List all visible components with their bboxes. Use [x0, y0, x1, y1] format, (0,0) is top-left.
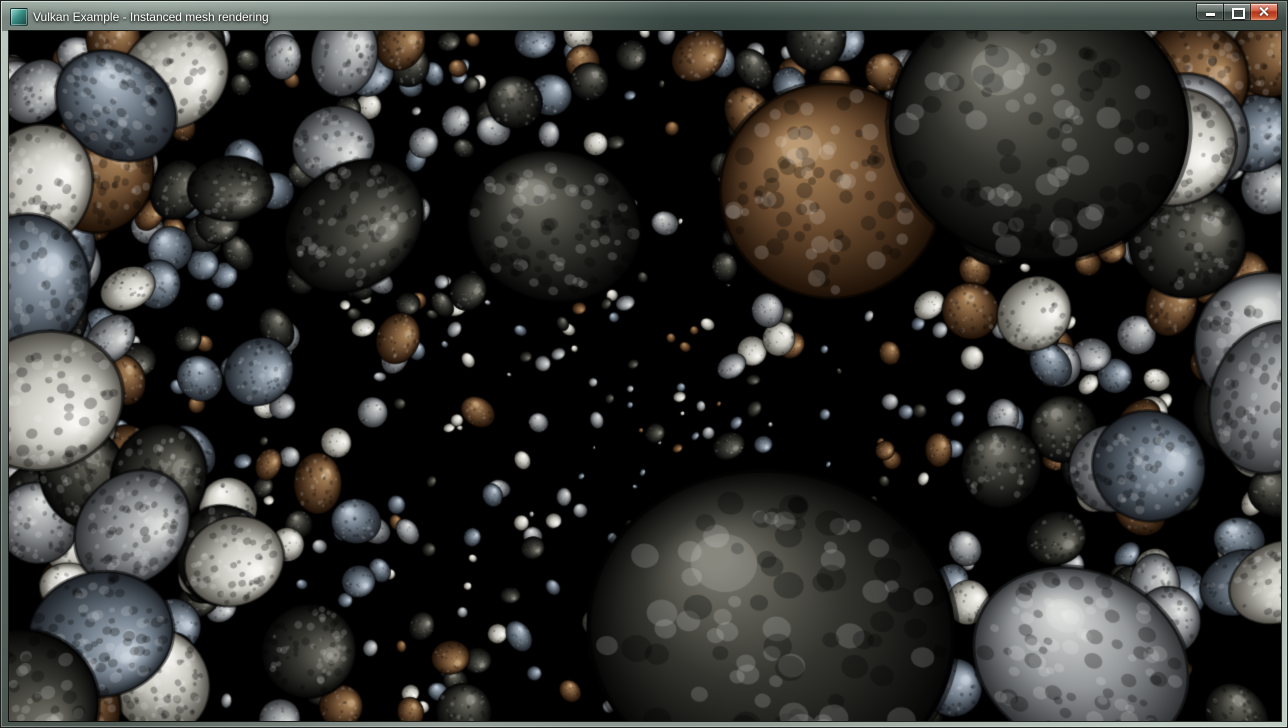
- close-button[interactable]: [1250, 3, 1278, 21]
- caption-button-group: [1196, 3, 1278, 21]
- minimize-icon: [1206, 13, 1215, 16]
- minimize-button[interactable]: [1196, 3, 1224, 21]
- maximize-button[interactable]: [1223, 3, 1251, 21]
- maximize-icon: [1232, 8, 1245, 19]
- app-icon[interactable]: [10, 8, 28, 26]
- render-canvas[interactable]: [9, 31, 1281, 721]
- window-title: Vulkan Example - Instanced mesh renderin…: [33, 2, 269, 32]
- title-bar[interactable]: Vulkan Example - Instanced mesh renderin…: [2, 2, 1286, 31]
- render-viewport[interactable]: [9, 31, 1281, 721]
- app-window: Vulkan Example - Instanced mesh renderin…: [0, 0, 1288, 728]
- close-icon: [1258, 6, 1269, 17]
